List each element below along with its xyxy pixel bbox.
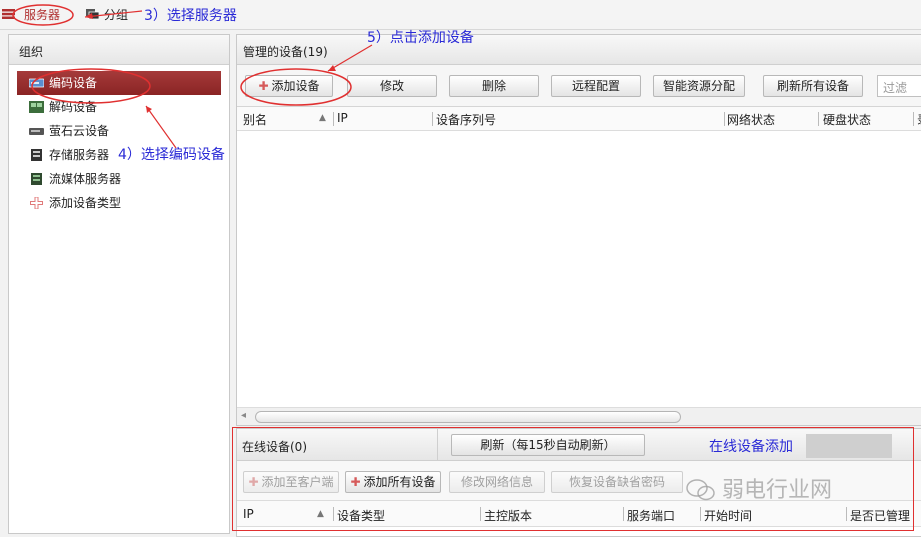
tab-server[interactable]: 服务器 <box>24 6 60 23</box>
column-service-port[interactable]: 服务端口 <box>627 507 675 524</box>
column-separator <box>333 112 334 126</box>
header-divider <box>437 429 438 461</box>
annotation-step5: 5）点击添加设备 <box>367 30 474 46</box>
organization-title: 组织 <box>9 35 229 65</box>
column-separator <box>846 507 847 521</box>
filter-input[interactable]: 过滤 <box>877 75 921 97</box>
column-alias[interactable]: 别名 <box>243 111 267 128</box>
storage-server-icon <box>31 149 42 161</box>
column-managed[interactable]: 是否已管理 <box>850 507 910 524</box>
restore-password-button[interactable]: 恢复设备缺省密码 <box>551 471 683 493</box>
column-separator <box>432 112 433 126</box>
column-separator <box>480 507 481 521</box>
add-device-button[interactable]: ✚ 添加设备 <box>245 75 333 97</box>
sort-asc-icon: ▲ <box>319 113 326 123</box>
redacted-area <box>806 434 892 458</box>
tree-item-add-device-type[interactable]: 添加设备类型 <box>17 191 221 215</box>
managed-devices-panel: 管理的设备(19) ✚ 添加设备 修改 删除 远程配置 智能资源分配 刷新所有设备… <box>236 34 921 426</box>
add-all-devices-label: 添加所有设备 <box>363 475 436 489</box>
managed-devices-columns: 别名 ▲ IP 设备序列号 网络状态 硬盘状态 录 <box>237 107 921 131</box>
smart-resource-button[interactable]: 智能资源分配 <box>653 75 745 97</box>
annotation-step3: 3）选择服务器 <box>144 8 237 24</box>
add-to-client-button[interactable]: ✚ 添加至客户端 <box>243 471 339 493</box>
column-separator <box>724 112 725 126</box>
column-device-type[interactable]: 设备类型 <box>337 507 385 524</box>
modify-button[interactable]: 修改 <box>347 75 437 97</box>
column-firmware-version[interactable]: 主控版本 <box>484 507 532 524</box>
column-disk-status[interactable]: 硬盘状态 <box>823 111 871 128</box>
online-devices-columns: IP ▲ 设备类型 主控版本 服务端口 开始时间 是否已管理 <box>237 501 921 527</box>
cloud-device-icon <box>29 128 44 135</box>
annotation-online-add: 在线设备添加 <box>709 439 793 455</box>
modify-network-button[interactable]: 修改网络信息 <box>449 471 545 493</box>
tree-item-label: 存储服务器 <box>49 148 110 162</box>
column-start-time[interactable]: 开始时间 <box>704 507 752 524</box>
column-separator <box>913 112 914 126</box>
sort-asc-icon: ▲ <box>317 509 324 519</box>
horizontal-scrollbar[interactable]: ◂ <box>237 407 921 425</box>
online-devices-title: 在线设备(0) <box>242 440 307 454</box>
add-all-devices-button[interactable]: ✚ 添加所有设备 <box>345 471 441 493</box>
tree-item-label: 解码设备 <box>49 100 98 114</box>
refresh-online-button[interactable]: 刷新（每15秒自动刷新） <box>451 434 645 456</box>
column-ip[interactable]: IP <box>243 507 254 521</box>
organization-panel: 组织 编码设备 解码设备 萤石云设备 存储服务器 流媒体服务器 添加设备类型 <box>8 34 230 534</box>
tree-item-media-server[interactable]: 流媒体服务器 <box>17 167 221 191</box>
scroll-left-icon[interactable]: ◂ <box>241 410 246 421</box>
delete-button[interactable]: 删除 <box>449 75 539 97</box>
media-server-icon <box>31 173 42 185</box>
column-record[interactable]: 录 <box>917 111 921 128</box>
plus-icon: ✚ <box>350 475 361 489</box>
column-separator <box>818 112 819 126</box>
refresh-all-button[interactable]: 刷新所有设备 <box>763 75 863 97</box>
column-ip[interactable]: IP <box>337 111 348 125</box>
annotation-step4: 4）选择编码设备 <box>118 147 225 163</box>
watermark: 弱电行业网 <box>722 478 833 503</box>
tree-item-label: 添加设备类型 <box>49 196 122 210</box>
server-icon <box>2 9 15 19</box>
column-serial[interactable]: 设备序列号 <box>436 111 496 128</box>
plus-icon <box>30 197 43 209</box>
tree-item-encoder[interactable]: 编码设备 <box>17 71 221 95</box>
tree-item-decoder[interactable]: 解码设备 <box>17 95 221 119</box>
remote-config-button[interactable]: 远程配置 <box>551 75 641 97</box>
column-network-status[interactable]: 网络状态 <box>727 111 775 128</box>
column-separator <box>623 507 624 521</box>
scroll-thumb[interactable] <box>255 411 681 423</box>
encoder-icon <box>29 78 44 88</box>
tree-item-cloud-device[interactable]: 萤石云设备 <box>17 119 221 143</box>
device-type-tree: 编码设备 解码设备 萤石云设备 存储服务器 流媒体服务器 添加设备类型 <box>17 71 221 215</box>
plus-icon: ✚ <box>258 79 269 93</box>
wechat-icon <box>686 479 715 501</box>
managed-devices-toolbar: ✚ 添加设备 修改 删除 远程配置 智能资源分配 刷新所有设备 过滤 <box>237 65 921 107</box>
column-separator <box>700 507 701 521</box>
tree-item-label: 编码设备 <box>49 76 98 90</box>
tab-group[interactable]: 分组 <box>104 6 128 23</box>
group-icon <box>86 9 99 19</box>
decoder-icon <box>29 101 44 113</box>
managed-devices-title: 管理的设备(19) <box>237 35 921 65</box>
plus-icon: ✚ <box>248 475 259 489</box>
tree-item-label: 萤石云设备 <box>49 124 110 138</box>
column-separator <box>333 507 334 521</box>
add-to-client-label: 添加至客户端 <box>261 475 334 489</box>
add-device-label: 添加设备 <box>271 79 320 93</box>
top-tab-bar: 服务器 分组 3）选择服务器 <box>0 0 921 30</box>
tree-item-label: 流媒体服务器 <box>49 172 122 186</box>
